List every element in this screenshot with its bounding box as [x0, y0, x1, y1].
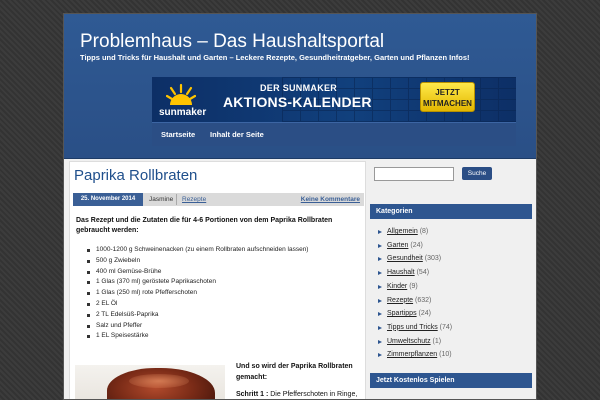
list-item: Salz und Pfeffer: [86, 321, 356, 332]
banner-cta-button[interactable]: JETZT MITMACHEN: [420, 82, 475, 112]
list-item: 1 Glas (370 ml) geröstete Paprikaschoten: [86, 277, 356, 288]
category-count: (74): [439, 323, 453, 331]
list-item: Haushalt (54): [378, 266, 452, 280]
post-intro: Das Rezept und die Zutaten die für 4-6 P…: [76, 217, 333, 234]
list-item: 2 TL Edelsüß-Paprika: [86, 310, 356, 321]
list-item: 1 EL Speisestärke: [86, 331, 356, 342]
category-count: (24): [418, 310, 431, 318]
category-count: (632): [415, 296, 432, 304]
roast-glaze: [129, 374, 189, 388]
category-count: (10): [439, 351, 452, 359]
post-comments-link[interactable]: Keine Kommentare: [301, 196, 360, 203]
category-link[interactable]: Gesundheit: [387, 255, 423, 262]
list-item: Umweltschutz (1): [378, 335, 452, 349]
banner-line1: DER SUNMAKER: [260, 83, 338, 93]
banner-line2: AKTIONS-KALENDER: [223, 94, 372, 110]
roast-photo: [75, 365, 225, 399]
category-count: (9): [409, 282, 418, 290]
games-heading: Jetzt Kostenlos Spielen: [370, 373, 532, 388]
nav-item-inhalt[interactable]: Inhalt der Seite: [210, 130, 264, 139]
category-link[interactable]: Kinder: [387, 283, 407, 290]
search-button[interactable]: Suche: [462, 167, 492, 180]
post-content: Paprika Rollbraten 25. November 2014 Jas…: [69, 161, 366, 399]
categories-heading: Kategorien: [370, 204, 532, 219]
list-item: Rezepte (632): [378, 294, 452, 308]
category-count: (1): [432, 337, 442, 345]
main-nav: Startseite Inhalt der Seite: [152, 122, 516, 146]
step-1: Schritt 1 : Die Pfefferschoten in Ringe,…: [236, 390, 364, 399]
howto-section: Und so wird der Paprika Rollbraten gemac…: [236, 362, 364, 399]
category-link[interactable]: Garten: [387, 242, 408, 249]
post-date: 25. November 2014: [73, 193, 143, 206]
list-item: Spartipps (24): [378, 307, 452, 321]
list-item: Zimmerpflanzen (10): [378, 348, 452, 362]
list-item: 1 Glas (250 ml) rote Pfefferschoten: [86, 288, 356, 299]
sun-icon: [166, 83, 196, 105]
site-header: Problemhaus – Das Haushaltsportal Tipps …: [64, 14, 536, 159]
post-author: Jasmine: [149, 196, 174, 203]
category-count: (8): [419, 228, 429, 235]
category-list: Allgemein (8) Garten (24) Gesundheit (30…: [378, 225, 452, 362]
list-item: 400 ml Gemüse-Brühe: [86, 267, 356, 278]
category-link[interactable]: Tipps und Tricks: [387, 324, 438, 331]
category-link[interactable]: Rezepte: [387, 297, 413, 304]
category-link[interactable]: Allgemein: [387, 228, 418, 235]
category-link[interactable]: Zimmerpflanzen: [387, 351, 437, 358]
category-link[interactable]: Haushalt: [387, 269, 415, 276]
list-item: Gesundheit (303): [378, 252, 452, 266]
nav-item-startseite[interactable]: Startseite: [161, 130, 195, 139]
banner-brand: sunmaker: [159, 107, 207, 118]
cta-line1: JETZT: [435, 88, 460, 97]
list-item: Garten (24): [378, 239, 452, 253]
meta-divider: [176, 194, 177, 205]
ingredient-list: 1000-1200 g Schweinenacken (zu einem Rol…: [86, 245, 356, 342]
search-input[interactable]: [374, 167, 454, 181]
post-title[interactable]: Paprika Rollbraten: [74, 167, 197, 184]
site-title[interactable]: Problemhaus – Das Haushaltsportal: [80, 31, 384, 53]
list-item: 500 g Zwiebeln: [86, 256, 356, 267]
site-tagline: Tipps und Tricks für Haushalt und Garten…: [80, 53, 470, 62]
list-item: 2 EL Öl: [86, 299, 356, 310]
step-1-label: Schritt 1 :: [236, 391, 269, 398]
cta-line2: MITMACHEN: [423, 99, 472, 108]
list-item: Kinder (9): [378, 280, 452, 294]
category-count: (54): [416, 269, 430, 277]
howto-heading: Und so wird der Paprika Rollbraten gemac…: [236, 363, 353, 381]
list-item: Tipps und Tricks (74): [378, 321, 452, 335]
category-count: (24): [410, 241, 423, 249]
list-item: Allgemein (8): [378, 225, 452, 239]
list-item: 1000-1200 g Schweinenacken (zu einem Rol…: [86, 245, 356, 256]
category-link[interactable]: Spartipps: [387, 310, 417, 317]
category-link[interactable]: Umweltschutz: [387, 338, 431, 345]
sidebar: Suche Kategorien Allgemein (8) Garten (2…: [370, 161, 532, 399]
page: Problemhaus – Das Haushaltsportal Tipps …: [63, 13, 537, 400]
post-meta: 25. November 2014 Jasmine Rezepte Keine …: [73, 193, 364, 206]
category-count: (303): [424, 255, 442, 263]
post-category-link[interactable]: Rezepte: [182, 196, 206, 203]
ad-banner[interactable]: sunmaker DER SUNMAKER AKTIONS-KALENDER J…: [152, 77, 516, 122]
